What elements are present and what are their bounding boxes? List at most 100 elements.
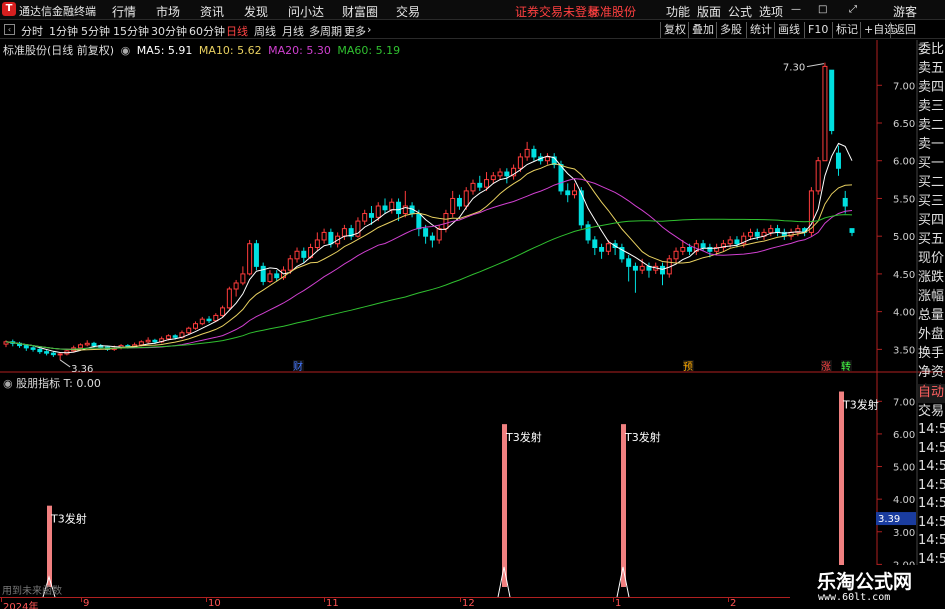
- menu-wenxiaoda[interactable]: 问小达: [288, 3, 324, 20]
- candle-body: [802, 228, 808, 233]
- candle-body: [436, 228, 442, 241]
- candle-body: [551, 156, 557, 165]
- tab-period-monthly[interactable]: 月线: [282, 23, 304, 39]
- login-status[interactable]: 证券交易未登录: [515, 3, 599, 20]
- menu-gongneng[interactable]: 功能: [666, 3, 690, 20]
- sidebar-item[interactable]: 买二: [918, 173, 945, 192]
- btn-biaoji[interactable]: 标记: [832, 22, 861, 38]
- candle-body: [572, 190, 578, 196]
- tab-period-daily[interactable]: 日线: [226, 23, 248, 39]
- candle-body: [775, 228, 781, 233]
- sidebar-item[interactable]: 现价: [918, 249, 945, 268]
- candle-body: [490, 175, 496, 181]
- date-tick-label: 12: [462, 598, 475, 609]
- candle-body: [653, 265, 659, 271]
- price-tick-label: 6.00: [893, 157, 915, 168]
- tab-period-1min[interactable]: 1分钟: [49, 23, 78, 39]
- menu-gongshi[interactable]: 公式: [728, 3, 752, 20]
- restore-icon[interactable]: □: [818, 4, 827, 15]
- tab-period-30min[interactable]: 30分钟: [151, 23, 187, 39]
- minimize-icon[interactable]: —: [791, 4, 801, 15]
- event-marker: 财: [293, 360, 303, 373]
- tab-period-15min[interactable]: 15分钟: [113, 23, 149, 39]
- candle-body: [348, 228, 354, 237]
- indicator-settings-icon[interactable]: ◉: [3, 377, 13, 390]
- btn-duogu[interactable]: 多股: [716, 22, 745, 38]
- sidebar-item[interactable]: 涨幅: [918, 287, 945, 306]
- app-title: 通达信金融终端: [19, 5, 96, 18]
- tab-period-5min[interactable]: 5分钟: [81, 23, 110, 39]
- more-chevron-icon[interactable]: ›: [367, 23, 371, 36]
- candle-body: [287, 258, 293, 271]
- menu-banmian[interactable]: 版面: [697, 3, 721, 20]
- sidebar-item[interactable]: 买五: [918, 230, 945, 249]
- menu-jiaoyi[interactable]: 交易: [396, 3, 420, 20]
- settings-icon[interactable]: ◉: [121, 44, 131, 57]
- btn-fuquan[interactable]: 复权: [660, 22, 689, 38]
- candle-body: [260, 265, 266, 282]
- chart-area[interactable]: 7.30 3.36 财 预 涨转 7.00 6.50 6.00 5.50 5.00 4.50 4.0…: [0, 0, 945, 609]
- btn-huaxian[interactable]: 画线: [774, 22, 803, 38]
- sidebar-item[interactable]: 卖一: [918, 135, 945, 154]
- candle-body: [531, 148, 537, 158]
- btn-diejia[interactable]: 叠加: [688, 22, 717, 38]
- candle-body: [321, 231, 327, 241]
- prev-icon[interactable]: ‹: [4, 24, 15, 35]
- sidebar-item[interactable]: 净资: [918, 363, 945, 382]
- date-tick: [206, 598, 207, 602]
- tick-time: 14:56: [918, 459, 945, 474]
- legend-title[interactable]: 标准股份(日线 前复权): [3, 44, 114, 57]
- tab-period-weekly[interactable]: 周线: [254, 23, 276, 39]
- sidebar-item[interactable]: 换手: [918, 344, 945, 363]
- indicator-name[interactable]: 股朋指标: [16, 377, 60, 390]
- candle-body: [558, 164, 564, 192]
- btn-fanhui[interactable]: 返回: [890, 22, 919, 38]
- tab-period-more[interactable]: 更多: [344, 23, 366, 39]
- candle-body: [226, 288, 232, 309]
- btn-f10[interactable]: F10: [804, 22, 831, 38]
- signal-label: T3发射: [50, 512, 87, 526]
- sidebar-item[interactable]: 总量: [918, 306, 945, 325]
- fullscreen-icon[interactable]: ⤢: [849, 4, 857, 15]
- tab-period-fenshi[interactable]: 分时: [21, 23, 43, 39]
- sidebar-item[interactable]: 买一: [918, 154, 945, 173]
- sidebar-item[interactable]: 外盘: [918, 325, 945, 344]
- trade-sidebar-item[interactable]: 自动: [918, 384, 945, 403]
- menu-caifuquan[interactable]: 财富圈: [342, 3, 378, 20]
- candle-body: [145, 339, 151, 343]
- btn-tongji[interactable]: 统计: [746, 22, 775, 38]
- tab-period-multi[interactable]: 多周期: [309, 23, 342, 39]
- sidebar-item[interactable]: 涨跌: [918, 268, 945, 287]
- sidebar-item[interactable]: 卖三: [918, 97, 945, 116]
- menu-faxian[interactable]: 发现: [244, 3, 268, 20]
- sidebar-item[interactable]: 买三: [918, 192, 945, 211]
- tab-period-60min[interactable]: 60分钟: [189, 23, 225, 39]
- menu-hangqing[interactable]: 行情: [112, 3, 136, 20]
- date-tick-label: 11: [326, 598, 339, 609]
- ma60-line: [5, 214, 853, 350]
- candle-body: [396, 201, 402, 215]
- ma20-line: [5, 178, 853, 350]
- period-toolbar: ‹ 分时 1分钟 5分钟 15分钟 30分钟 60分钟 日线 周线 月线 多周期…: [0, 21, 945, 39]
- menu-zixun[interactable]: 资讯: [200, 3, 224, 20]
- menu-xuanxiang[interactable]: 选项: [759, 3, 783, 20]
- sidebar-item[interactable]: 买四: [918, 211, 945, 230]
- event-marker: 预: [683, 361, 693, 373]
- event-marker-bg: [821, 360, 832, 371]
- ind-tick-label: 3.00: [893, 528, 915, 539]
- indicator-title[interactable]: ◉ 股朋指标 T: 0.00: [3, 375, 101, 391]
- candle-body: [84, 342, 90, 346]
- candle-body: [639, 265, 645, 271]
- candle-body: [179, 332, 185, 338]
- sidebar-item[interactable]: 卖二: [918, 116, 945, 135]
- menu-shichang[interactable]: 市场: [156, 3, 180, 20]
- tick-time: 14:56: [918, 533, 945, 548]
- trade-sidebar-item[interactable]: 交易: [918, 403, 945, 422]
- sidebar-item[interactable]: 卖四: [918, 78, 945, 97]
- legend-ma60: MA60: 5.19: [337, 44, 401, 57]
- sidebar-item[interactable]: 卖五: [918, 59, 945, 78]
- candle-body: [470, 182, 476, 192]
- guest-label[interactable]: 游客: [893, 3, 917, 20]
- sidebar-item[interactable]: 委比: [918, 40, 945, 59]
- candle-body: [714, 247, 720, 252]
